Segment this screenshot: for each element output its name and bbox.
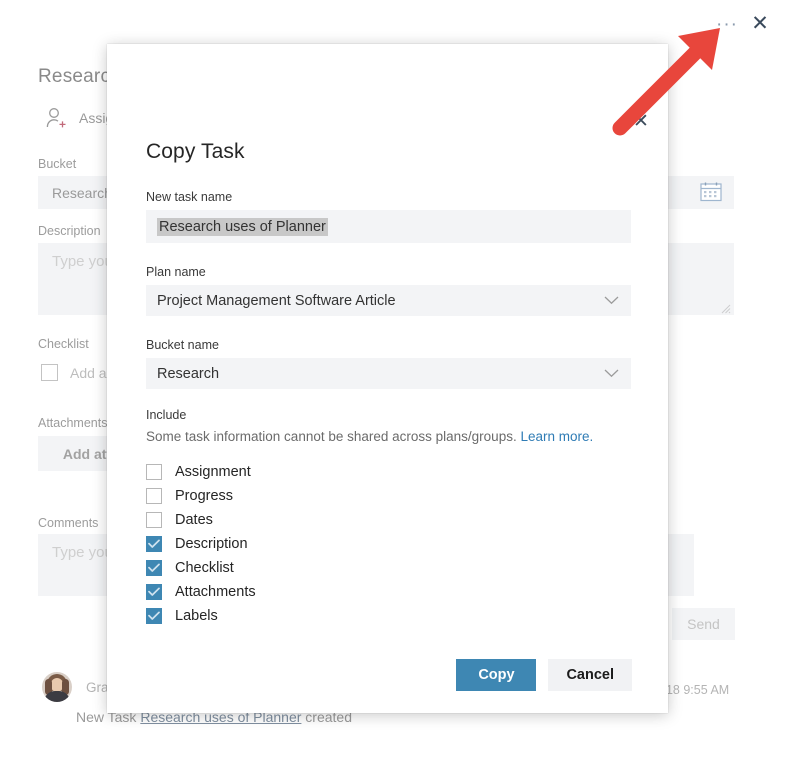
description-label: Description [38,224,101,238]
include-checkbox-attachments[interactable]: Attachments [146,580,631,604]
checkbox-unchecked-icon[interactable] [146,464,162,480]
checklist-add-row[interactable]: Add an [41,364,114,381]
checklist-checkbox-icon[interactable] [41,364,58,381]
comment-timestamp: 018 9:55 AM [659,683,729,697]
bucket-name-select[interactable]: Research [146,358,631,389]
include-checkbox-label: Checklist [175,560,234,576]
checkbox-checked-icon[interactable] [146,536,162,552]
include-label: Include [146,408,631,422]
include-checkbox-labels[interactable]: Labels [146,604,631,628]
checkbox-unchecked-icon[interactable] [146,512,162,528]
description-placeholder: Type you [52,253,113,270]
dialog-actions: Copy Cancel [456,659,632,691]
attachments-label: Attachments [38,416,107,430]
comments-placeholder: Type you [52,544,113,561]
checkbox-checked-icon[interactable] [146,560,162,576]
screen: ··· ✕ Research Assig Bucket Research [0,0,785,764]
dialog-body: New task name Research uses of Planner P… [146,190,631,628]
include-checkbox-label: Labels [175,608,218,624]
assign-row[interactable]: Assig [45,106,113,130]
chevron-down-icon [604,293,619,309]
learn-more-link[interactable]: Learn more. [520,429,593,444]
calendar-icon[interactable] [700,181,722,204]
more-options-icon[interactable]: ··· [714,12,740,36]
bucket-name-value: Research [157,366,219,382]
resize-handle[interactable] [719,301,731,313]
plan-name-group: Plan name Project Management Software Ar… [146,265,631,316]
include-checkbox-dates[interactable]: Dates [146,508,631,532]
include-checkbox-assignment[interactable]: Assignment [146,460,631,484]
include-section: Include Some task information cannot be … [146,408,631,628]
close-icon[interactable]: ✕ [746,9,774,37]
plan-name-label: Plan name [146,265,631,279]
include-note-text: Some task information cannot be shared a… [146,429,520,444]
include-checkbox-description[interactable]: Description [146,532,631,556]
checkbox-checked-icon[interactable] [146,608,162,624]
copy-button[interactable]: Copy [456,659,536,691]
dialog-close-icon[interactable]: ✕ [626,106,656,136]
bucket-name-group: Bucket name Research [146,338,631,389]
include-checkbox-list: Assignment Progress Dates Description Checkl… [146,460,631,628]
bucket-value: Research [52,185,112,201]
include-checkbox-label: Progress [175,488,233,504]
include-note: Some task information cannot be shared a… [146,429,631,444]
new-task-name-label: New task name [146,190,631,204]
new-task-name-group: New task name Research uses of Planner [146,190,631,243]
bucket-name-label: Bucket name [146,338,631,352]
include-checkbox-checklist[interactable]: Checklist [146,556,631,580]
copy-task-dialog: ✕ Copy Task New task name Research uses … [107,44,668,713]
plan-name-select[interactable]: Project Management Software Article [146,285,631,316]
checklist-label: Checklist [38,337,89,351]
plan-name-value: Project Management Software Article [157,293,396,309]
include-checkbox-label: Attachments [175,584,256,600]
cancel-button[interactable]: Cancel [548,659,632,691]
dialog-title: Copy Task [146,140,245,164]
avatar [42,672,72,702]
bucket-label: Bucket [38,157,76,171]
comments-label: Comments [38,516,98,530]
add-person-icon [45,106,67,130]
include-checkbox-progress[interactable]: Progress [146,484,631,508]
chevron-down-icon [604,366,619,382]
checkbox-unchecked-icon[interactable] [146,488,162,504]
new-task-name-value: Research uses of Planner [157,218,328,236]
new-task-name-input[interactable]: Research uses of Planner [146,210,631,243]
checkbox-checked-icon[interactable] [146,584,162,600]
include-checkbox-label: Assignment [175,464,251,480]
include-checkbox-label: Dates [175,512,213,528]
include-checkbox-label: Description [175,536,248,552]
send-button[interactable]: Send [672,608,735,640]
